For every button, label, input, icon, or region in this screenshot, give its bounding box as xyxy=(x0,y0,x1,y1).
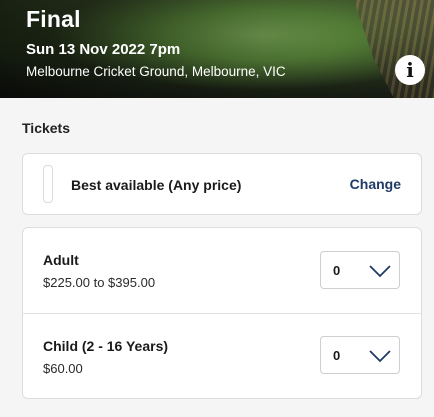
ticket-row-adult: Adult $225.00 to $395.00 0 xyxy=(23,228,421,314)
event-title: Final xyxy=(26,6,81,32)
child-quantity-select[interactable]: 0 xyxy=(320,336,400,374)
event-venue: Melbourne Cricket Ground, Melbourne, VIC xyxy=(26,64,286,79)
event-hero-banner: Final Sun 13 Nov 2022 7pm Melbourne Cric… xyxy=(0,0,434,98)
ticket-type-price: $60.00 xyxy=(43,361,83,376)
price-filter-card: Best available (Any price) Change xyxy=(22,153,422,215)
ticket-type-price: $225.00 to $395.00 xyxy=(43,275,156,290)
info-glyph: i xyxy=(406,58,414,82)
price-filter-label: Best available (Any price) xyxy=(71,177,242,193)
tickets-section-label: Tickets xyxy=(22,120,70,136)
chevron-down-icon xyxy=(369,265,391,278)
chevron-down-icon xyxy=(369,350,391,363)
change-price-link[interactable]: Change xyxy=(350,176,401,192)
info-icon[interactable]: i xyxy=(395,55,425,85)
ticket-types-card: Adult $225.00 to $395.00 0 Child (2 - 16… xyxy=(22,227,422,399)
ticket-type-name: Adult xyxy=(43,252,79,268)
ticket-row-child: Child (2 - 16 Years) $60.00 0 xyxy=(23,314,421,400)
filter-indicator xyxy=(43,165,53,203)
quantity-value: 0 xyxy=(333,263,341,278)
event-datetime: Sun 13 Nov 2022 7pm xyxy=(26,41,181,58)
quantity-value: 0 xyxy=(333,348,341,363)
ticket-type-name: Child (2 - 16 Years) xyxy=(43,338,169,354)
adult-quantity-select[interactable]: 0 xyxy=(320,251,400,289)
